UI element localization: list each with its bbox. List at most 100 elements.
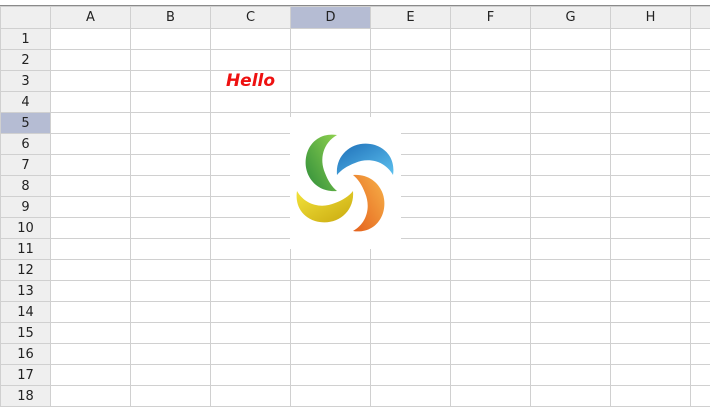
cell-c12[interactable]: [210, 259, 291, 281]
cell-i18[interactable]: [690, 385, 710, 407]
cell-h16[interactable]: [610, 343, 691, 365]
cell-i13[interactable]: [690, 280, 710, 302]
cell-g1[interactable]: [530, 28, 611, 50]
cell-d4[interactable]: [290, 91, 371, 113]
row-header-17[interactable]: 17: [0, 364, 51, 386]
column-header-a[interactable]: A: [50, 6, 131, 29]
cell-b8[interactable]: [130, 175, 211, 197]
cell-i2[interactable]: [690, 49, 710, 71]
cell-e16[interactable]: [370, 343, 451, 365]
cell-h4[interactable]: [610, 91, 691, 113]
cell-i15[interactable]: [690, 322, 710, 344]
cell-a16[interactable]: [50, 343, 131, 365]
cell-c10[interactable]: [210, 217, 291, 239]
column-header-b[interactable]: B: [130, 6, 211, 29]
cell-h6[interactable]: [610, 133, 691, 155]
cell-d16[interactable]: [290, 343, 371, 365]
cell-f9[interactable]: [450, 196, 531, 218]
cell-g15[interactable]: [530, 322, 611, 344]
column-header-h[interactable]: H: [610, 6, 691, 29]
row-header-15[interactable]: 15: [0, 322, 51, 344]
cell-e12[interactable]: [370, 259, 451, 281]
cell-d1[interactable]: [290, 28, 371, 50]
cell-h2[interactable]: [610, 49, 691, 71]
cell-g11[interactable]: [530, 238, 611, 260]
cell-b18[interactable]: [130, 385, 211, 407]
cell-h3[interactable]: [610, 70, 691, 92]
cell-f1[interactable]: [450, 28, 531, 50]
row-header-14[interactable]: 14: [0, 301, 51, 323]
cell-c7[interactable]: [210, 154, 291, 176]
cell-a7[interactable]: [50, 154, 131, 176]
cell-f10[interactable]: [450, 217, 531, 239]
cell-h8[interactable]: [610, 175, 691, 197]
select-all-corner[interactable]: [0, 6, 51, 29]
row-header-13[interactable]: 13: [0, 280, 51, 302]
cell-e1[interactable]: [370, 28, 451, 50]
cell-g12[interactable]: [530, 259, 611, 281]
cell-h17[interactable]: [610, 364, 691, 386]
cell-g5[interactable]: [530, 112, 611, 134]
cell-b5[interactable]: [130, 112, 211, 134]
cell-a17[interactable]: [50, 364, 131, 386]
cell-c5[interactable]: [210, 112, 291, 134]
row-header-3[interactable]: 3: [0, 70, 51, 92]
cell-i17[interactable]: [690, 364, 710, 386]
row-header-7[interactable]: 7: [0, 154, 51, 176]
cell-b1[interactable]: [130, 28, 211, 50]
cell-e4[interactable]: [370, 91, 451, 113]
cell-b10[interactable]: [130, 217, 211, 239]
cell-a18[interactable]: [50, 385, 131, 407]
cell-a9[interactable]: [50, 196, 131, 218]
cell-e18[interactable]: [370, 385, 451, 407]
cell-i12[interactable]: [690, 259, 710, 281]
column-header-d[interactable]: D: [290, 6, 371, 29]
cell-a11[interactable]: [50, 238, 131, 260]
cell-c17[interactable]: [210, 364, 291, 386]
cell-g16[interactable]: [530, 343, 611, 365]
cell-a14[interactable]: [50, 301, 131, 323]
cell-c14[interactable]: [210, 301, 291, 323]
row-header-2[interactable]: 2: [0, 49, 51, 71]
cell-i1[interactable]: [690, 28, 710, 50]
cell-e2[interactable]: [370, 49, 451, 71]
row-header-4[interactable]: 4: [0, 91, 51, 113]
cell-h13[interactable]: [610, 280, 691, 302]
row-header-1[interactable]: 1: [0, 28, 51, 50]
column-header-f[interactable]: F: [450, 6, 531, 29]
cell-h18[interactable]: [610, 385, 691, 407]
cell-b6[interactable]: [130, 133, 211, 155]
cell-f13[interactable]: [450, 280, 531, 302]
cell-d17[interactable]: [290, 364, 371, 386]
cell-b16[interactable]: [130, 343, 211, 365]
cell-a10[interactable]: [50, 217, 131, 239]
cell-i5[interactable]: [690, 112, 710, 134]
column-header-overflow[interactable]: [690, 6, 710, 29]
cell-a2[interactable]: [50, 49, 131, 71]
cell-i11[interactable]: [690, 238, 710, 260]
cell-f15[interactable]: [450, 322, 531, 344]
cell-h5[interactable]: [610, 112, 691, 134]
row-header-6[interactable]: 6: [0, 133, 51, 155]
row-header-11[interactable]: 11: [0, 238, 51, 260]
cell-c11[interactable]: [210, 238, 291, 260]
row-header-16[interactable]: 16: [0, 343, 51, 365]
cell-a6[interactable]: [50, 133, 131, 155]
cell-h15[interactable]: [610, 322, 691, 344]
cell-f7[interactable]: [450, 154, 531, 176]
cell-f12[interactable]: [450, 259, 531, 281]
row-header-18[interactable]: 18: [0, 385, 51, 407]
row-header-5[interactable]: 5: [0, 112, 51, 134]
cell-b12[interactable]: [130, 259, 211, 281]
cell-b13[interactable]: [130, 280, 211, 302]
cell-c3[interactable]: Hello: [210, 70, 291, 92]
cell-i14[interactable]: [690, 301, 710, 323]
cell-c8[interactable]: [210, 175, 291, 197]
cell-h7[interactable]: [610, 154, 691, 176]
cell-a1[interactable]: [50, 28, 131, 50]
cell-f17[interactable]: [450, 364, 531, 386]
cell-d15[interactable]: [290, 322, 371, 344]
cell-f5[interactable]: [450, 112, 531, 134]
cell-i10[interactable]: [690, 217, 710, 239]
cell-g9[interactable]: [530, 196, 611, 218]
